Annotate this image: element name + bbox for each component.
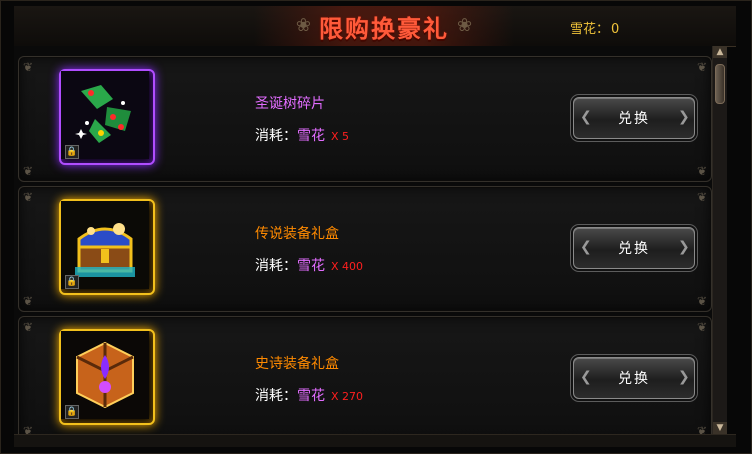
exchange-button[interactable]: ❮ 兑换 ❯ xyxy=(573,97,695,139)
corner-ornament-icon: ❦ xyxy=(696,60,707,74)
reward-list[interactable]: ❦ ❦ ❦ ❦ 🔒 圣诞树碎片 消耗：雪花 X 5 ❮ 兑换 ❯ ❦ ❦ ❦ ❦… xyxy=(14,46,712,442)
cost-currency: 雪花 xyxy=(297,388,325,404)
currency-value: 0 xyxy=(611,22,620,37)
scroll-down-arrow-icon[interactable]: ▼ xyxy=(713,422,727,434)
exchange-button-label: 兑换 xyxy=(618,241,650,257)
corner-ornament-icon: ❦ xyxy=(696,164,707,178)
vertical-scrollbar[interactable]: ▲ ▼ xyxy=(712,46,727,434)
item-name: 圣诞树碎片 xyxy=(255,96,325,112)
exchange-button-label: 兑换 xyxy=(618,111,650,127)
cost-label: 消耗： xyxy=(255,258,297,274)
item-cost: 消耗：雪花 X 5 xyxy=(255,125,349,145)
bottom-frame xyxy=(14,434,736,447)
corner-ornament-icon: ❦ xyxy=(23,320,34,334)
right-ornament-icon: ❀ xyxy=(457,15,473,36)
snowflake-currency-display: 雪花： 0 xyxy=(570,18,619,37)
page-title: 限购换豪礼 xyxy=(319,14,449,43)
corner-ornament-icon: ❦ xyxy=(696,320,707,334)
item-icon-frame[interactable]: 🔒 xyxy=(59,199,155,295)
item-cost: 消耗：雪花 X 270 xyxy=(255,385,363,405)
bracket-right-icon: ❯ xyxy=(678,109,692,125)
cost-quantity: X 400 xyxy=(331,260,364,273)
list-item: ❦ ❦ ❦ ❦ 🔒 传说装备礼盒 消耗：雪花 X 400 ❮ 兑换 ❯ xyxy=(18,186,712,312)
lock-icon: 🔒 xyxy=(65,275,79,289)
currency-label: 雪花： xyxy=(570,22,610,37)
corner-ornament-icon: ❦ xyxy=(23,294,34,308)
scroll-thumb[interactable] xyxy=(715,64,725,104)
title-banner: ❀ 限购换豪礼 ❀ xyxy=(254,6,514,46)
exchange-button[interactable]: ❮ 兑换 ❯ xyxy=(573,357,695,399)
bracket-left-icon: ❮ xyxy=(580,109,594,125)
item-icon-frame[interactable]: 🔒 xyxy=(59,69,155,165)
exchange-button[interactable]: ❮ 兑换 ❯ xyxy=(573,227,695,269)
item-name: 传说装备礼盒 xyxy=(255,226,339,242)
bracket-right-icon: ❯ xyxy=(678,369,692,385)
item-cost: 消耗：雪花 X 400 xyxy=(255,255,363,275)
cost-quantity: X 5 xyxy=(331,130,350,143)
corner-ornament-icon: ❦ xyxy=(23,164,34,178)
corner-ornament-icon: ❦ xyxy=(23,190,34,204)
cost-currency: 雪花 xyxy=(297,258,325,274)
exchange-button-label: 兑换 xyxy=(618,371,650,387)
cost-quantity: X 270 xyxy=(331,390,364,403)
exchange-window: ❀ 限购换豪礼 ❀ 雪花： 0 ❦ ❦ ❦ ❦ 🔒 圣诞树碎片 消耗：雪花 X … xyxy=(0,0,752,454)
lock-icon: 🔒 xyxy=(65,145,79,159)
lock-icon: 🔒 xyxy=(65,405,79,419)
corner-ornament-icon: ❦ xyxy=(23,60,34,74)
list-item: ❦ ❦ ❦ ❦ 🔒 圣诞树碎片 消耗：雪花 X 5 ❮ 兑换 ❯ xyxy=(18,56,712,182)
cost-label: 消耗： xyxy=(255,128,297,144)
left-ornament-icon: ❀ xyxy=(295,15,311,36)
corner-ornament-icon: ❦ xyxy=(696,294,707,308)
cost-label: 消耗： xyxy=(255,388,297,404)
list-item: ❦ ❦ ❦ ❦ 🔒 史诗装备礼盒 消耗：雪花 X 270 ❮ 兑换 ❯ xyxy=(18,316,712,442)
header-bar: ❀ 限购换豪礼 ❀ 雪花： 0 xyxy=(14,6,736,47)
bracket-right-icon: ❯ xyxy=(678,239,692,255)
item-name: 史诗装备礼盒 xyxy=(255,356,339,372)
scroll-up-arrow-icon[interactable]: ▲ xyxy=(713,46,727,58)
corner-ornament-icon: ❦ xyxy=(696,190,707,204)
cost-currency: 雪花 xyxy=(297,128,325,144)
item-icon-frame[interactable]: 🔒 xyxy=(59,329,155,425)
bracket-left-icon: ❮ xyxy=(580,239,594,255)
bracket-left-icon: ❮ xyxy=(580,369,594,385)
